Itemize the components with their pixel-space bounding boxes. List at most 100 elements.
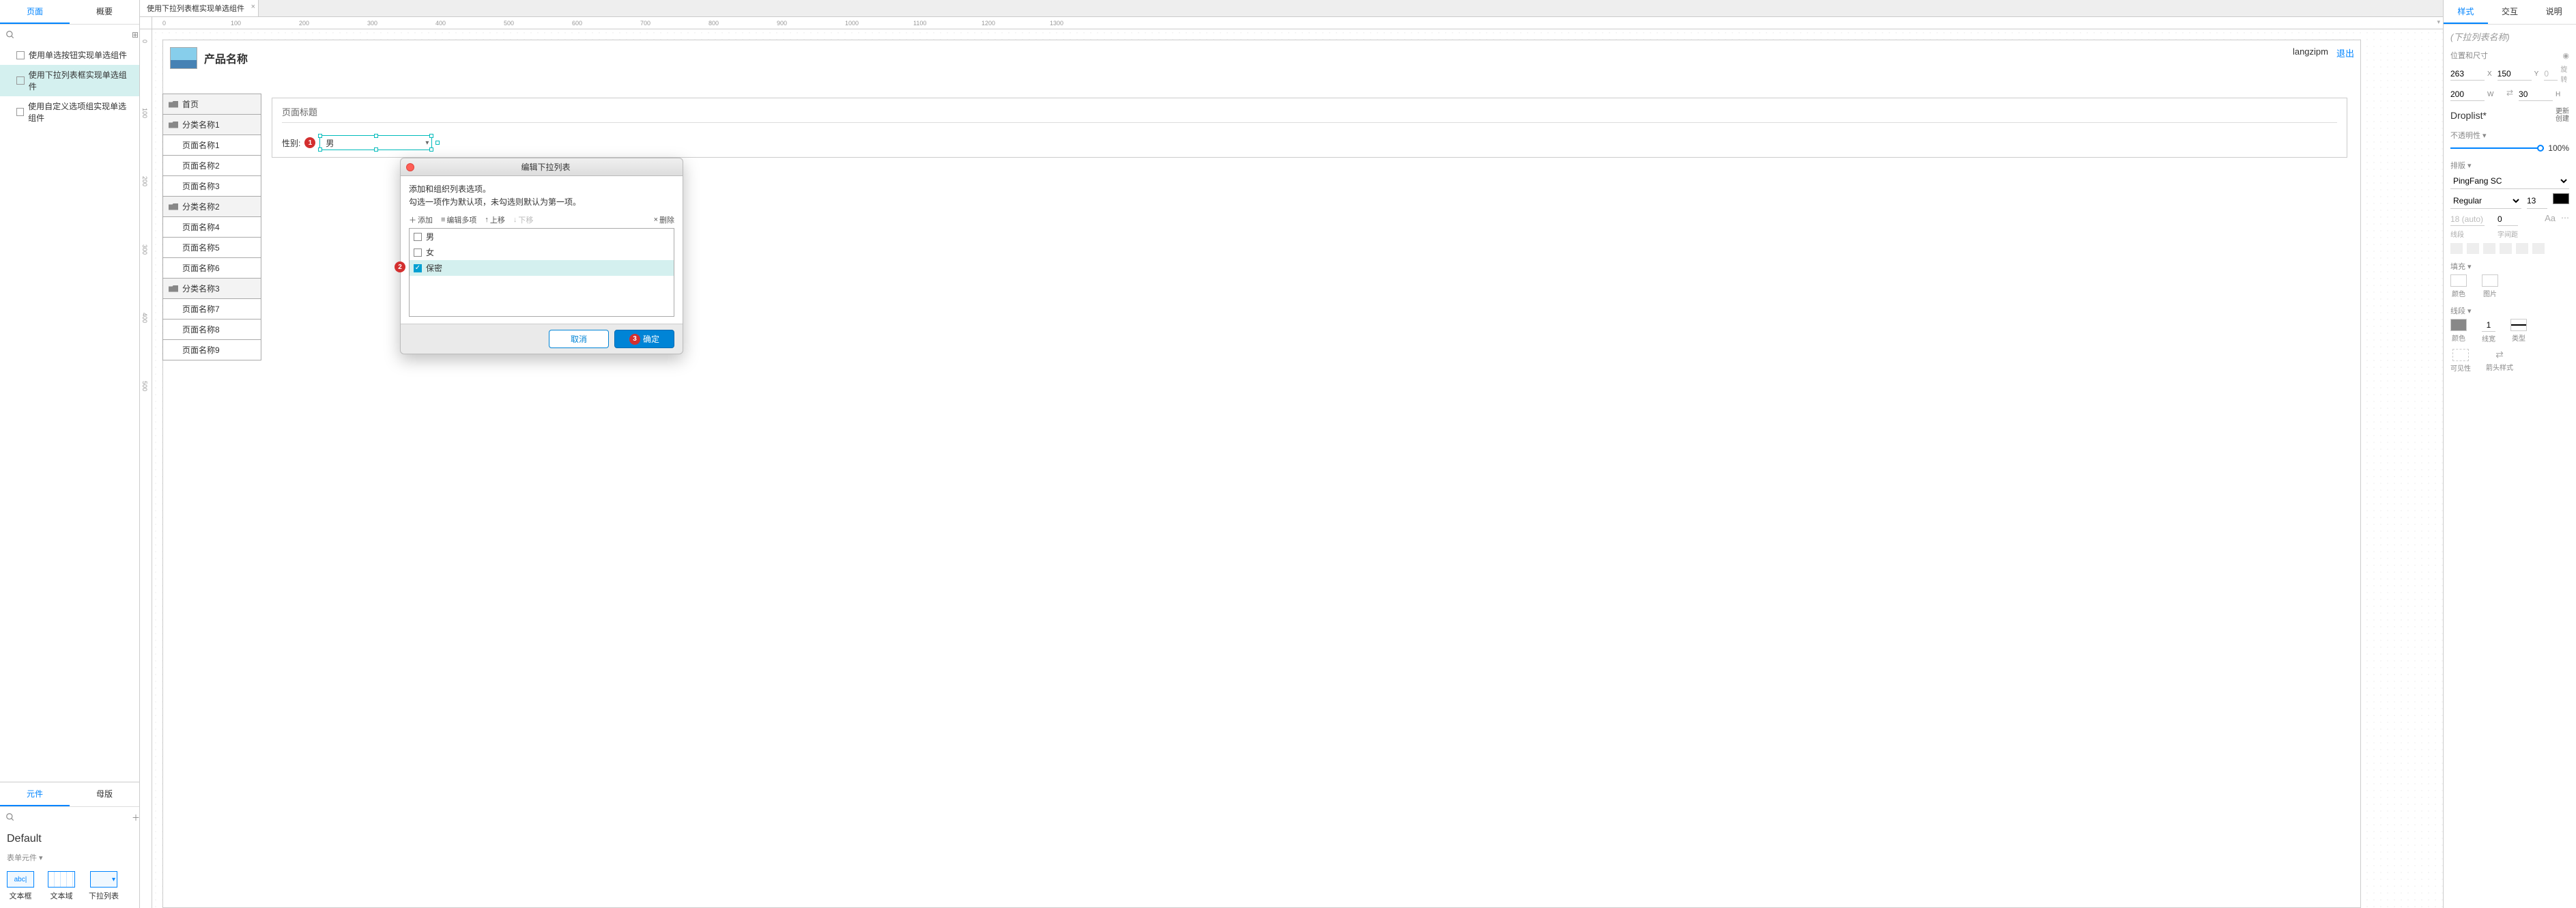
add-lib-icon[interactable]: ＋ (132, 812, 140, 822)
tree-item[interactable]: 使用单选按钮实现单选组件 (0, 45, 139, 65)
widget-textfield[interactable]: abc| 文本框 (7, 871, 34, 901)
sitemap-item[interactable]: 页面名称1 (162, 134, 261, 156)
stroke-width-input[interactable] (2482, 319, 2495, 332)
sitemap-item[interactable]: 分类名称1 (162, 114, 261, 135)
letter-spacing-input[interactable] (2498, 213, 2518, 226)
canvas-tab[interactable]: 使用下拉列表框实现单选组件 × (140, 0, 259, 16)
option-row[interactable]: ✓保密 (410, 260, 674, 276)
fill-image-swatch[interactable] (2482, 274, 2498, 287)
rotate-input[interactable] (2544, 68, 2558, 81)
tab-overview[interactable]: 概要 (70, 0, 139, 24)
widget-category-label[interactable]: 表单元件 ▾ (0, 851, 139, 864)
move-up-button[interactable]: ↑ 上移 (485, 214, 505, 225)
update-create-link[interactable]: 更新创建 (2556, 108, 2569, 123)
tree-item-label: 使用下拉列表框实现单选组件 (29, 69, 132, 92)
ruler-collapse-icon[interactable]: ▾ (2437, 18, 2440, 26)
tree-item[interactable]: 使用下拉列表框实现单选组件 (0, 65, 139, 96)
canvas[interactable]: 产品名称 langzipm 退出 首页分类名称1页面名称1页面名称2页面名称3分… (152, 29, 2443, 908)
align-top-button[interactable] (2500, 243, 2512, 254)
dialog-title: 编辑下拉列表 (414, 161, 677, 173)
tab-interact[interactable]: 交互 (2488, 0, 2532, 24)
close-icon[interactable]: × (251, 3, 255, 11)
y-unit: Y (2534, 70, 2539, 78)
widget-textarea[interactable]: 文本域 (48, 871, 75, 901)
sitemap-item[interactable]: 分类名称2 (162, 196, 261, 217)
sitemap-item[interactable]: 首页 (162, 94, 261, 115)
align-center-button[interactable] (2467, 243, 2479, 254)
visibility-box[interactable] (2452, 349, 2469, 361)
fill-label[interactable]: 填充 ▾ (2450, 261, 2472, 272)
stroke-color-swatch[interactable] (2450, 319, 2467, 331)
delete-option-button[interactable]: × 删除 (654, 214, 674, 225)
sitemap-item[interactable]: 页面名称8 (162, 319, 261, 340)
x-input[interactable] (2450, 68, 2485, 81)
sitemap-item[interactable]: 页面名称7 (162, 298, 261, 320)
text-color-swatch[interactable] (2553, 193, 2569, 204)
sitemap-item[interactable]: 页面名称5 (162, 237, 261, 258)
font-size-input[interactable] (2527, 193, 2547, 209)
logout-link[interactable]: 退出 (2336, 46, 2354, 59)
left-tabs: 页面 概要 (0, 0, 139, 25)
sitemap-item[interactable]: 页面名称9 (162, 339, 261, 360)
add-option-button[interactable]: ＋ 添加 (409, 214, 433, 225)
sitemap-column: 首页分类名称1页面名称1页面名称2页面名称3分类名称2页面名称4页面名称5页面名… (162, 94, 261, 360)
add-page-icon[interactable]: ⊞ (132, 30, 139, 40)
align-bottom-button[interactable] (2532, 243, 2545, 254)
typography-label[interactable]: 排版 ▾ (2450, 160, 2472, 171)
fill-color-swatch[interactable] (2450, 274, 2467, 287)
gender-droplist[interactable]: 男 (319, 135, 432, 150)
widget-name-input[interactable]: (下拉列表名称) (2450, 30, 2569, 43)
widget-droplist[interactable]: ▾ 下拉列表 (89, 871, 119, 901)
sitemap-item[interactable]: 分类名称3 (162, 278, 261, 299)
weight-select[interactable]: Regular (2450, 193, 2521, 209)
cancel-button[interactable]: 取消 (549, 330, 609, 348)
font-select[interactable]: PingFang SC (2450, 173, 2569, 189)
sitemap-item[interactable]: 页面名称4 (162, 216, 261, 238)
text-case-icon[interactable]: Aa (2545, 213, 2556, 239)
tree-item[interactable]: 使用自定义选项组实现单选组件 (0, 96, 139, 128)
option-checkbox[interactable] (414, 233, 422, 241)
tab-notes[interactable]: 说明 (2532, 0, 2576, 24)
align-right-button[interactable] (2483, 243, 2495, 254)
more-typo-icon[interactable]: ⋯ (2561, 213, 2569, 239)
line-height-input[interactable] (2450, 213, 2485, 226)
sitemap-item[interactable]: 页面名称3 (162, 175, 261, 197)
opacity-value[interactable]: 100% (2548, 143, 2569, 153)
default-library-label[interactable]: Default (0, 827, 139, 851)
ok-button[interactable]: 3 确定 (614, 330, 674, 348)
ruler-horizontal: 0100200300400500600700800900100011001200… (140, 17, 2443, 29)
align-middle-button[interactable] (2516, 243, 2528, 254)
stroke-label[interactable]: 线段 ▾ (2450, 305, 2472, 316)
h-unit: H (2556, 91, 2560, 98)
option-row[interactable]: 男 (410, 229, 674, 244)
option-checkbox[interactable] (414, 249, 422, 257)
dialog-close-button[interactable] (406, 163, 414, 171)
lock-aspect-icon[interactable]: ⇄ (2506, 88, 2513, 101)
option-row[interactable]: 女 (410, 244, 674, 260)
widget-label: 下拉列表 (89, 890, 119, 901)
tab-style[interactable]: 样式 (2444, 0, 2488, 24)
canvas-tab-label: 使用下拉列表框实现单选组件 (147, 5, 244, 13)
tab-pages[interactable]: 页面 (0, 0, 70, 24)
stroke-type-button[interactable] (2510, 319, 2527, 331)
tab-masters[interactable]: 母版 (70, 782, 139, 806)
arrow-style-icon[interactable]: ⇄ (2495, 349, 2504, 360)
option-checkbox[interactable]: ✓ (414, 264, 422, 272)
align-left-button[interactable] (2450, 243, 2463, 254)
tab-widgets[interactable]: 元件 (0, 782, 70, 806)
edit-many-button[interactable]: ≡ 编辑多项 (441, 214, 476, 225)
visibility-icon[interactable]: ◉ (2562, 51, 2569, 60)
opacity-slider[interactable] (2450, 147, 2544, 149)
width-input[interactable] (2450, 88, 2485, 101)
widget-search-input[interactable] (18, 810, 129, 825)
sitemap-item[interactable]: 页面名称2 (162, 155, 261, 176)
opacity-label[interactable]: 不透明性 ▾ (2450, 130, 2487, 141)
sitemap-item[interactable]: 页面名称6 (162, 257, 261, 279)
x-unit: X (2487, 70, 2492, 78)
move-down-button[interactable]: ↓ 下移 (513, 214, 534, 225)
page-title: 页面标题 (282, 105, 2337, 123)
dialog-description: 添加和组织列表选项。 (409, 183, 674, 196)
page-search-input[interactable] (18, 27, 129, 42)
y-input[interactable] (2498, 68, 2532, 81)
height-input[interactable] (2519, 88, 2553, 101)
